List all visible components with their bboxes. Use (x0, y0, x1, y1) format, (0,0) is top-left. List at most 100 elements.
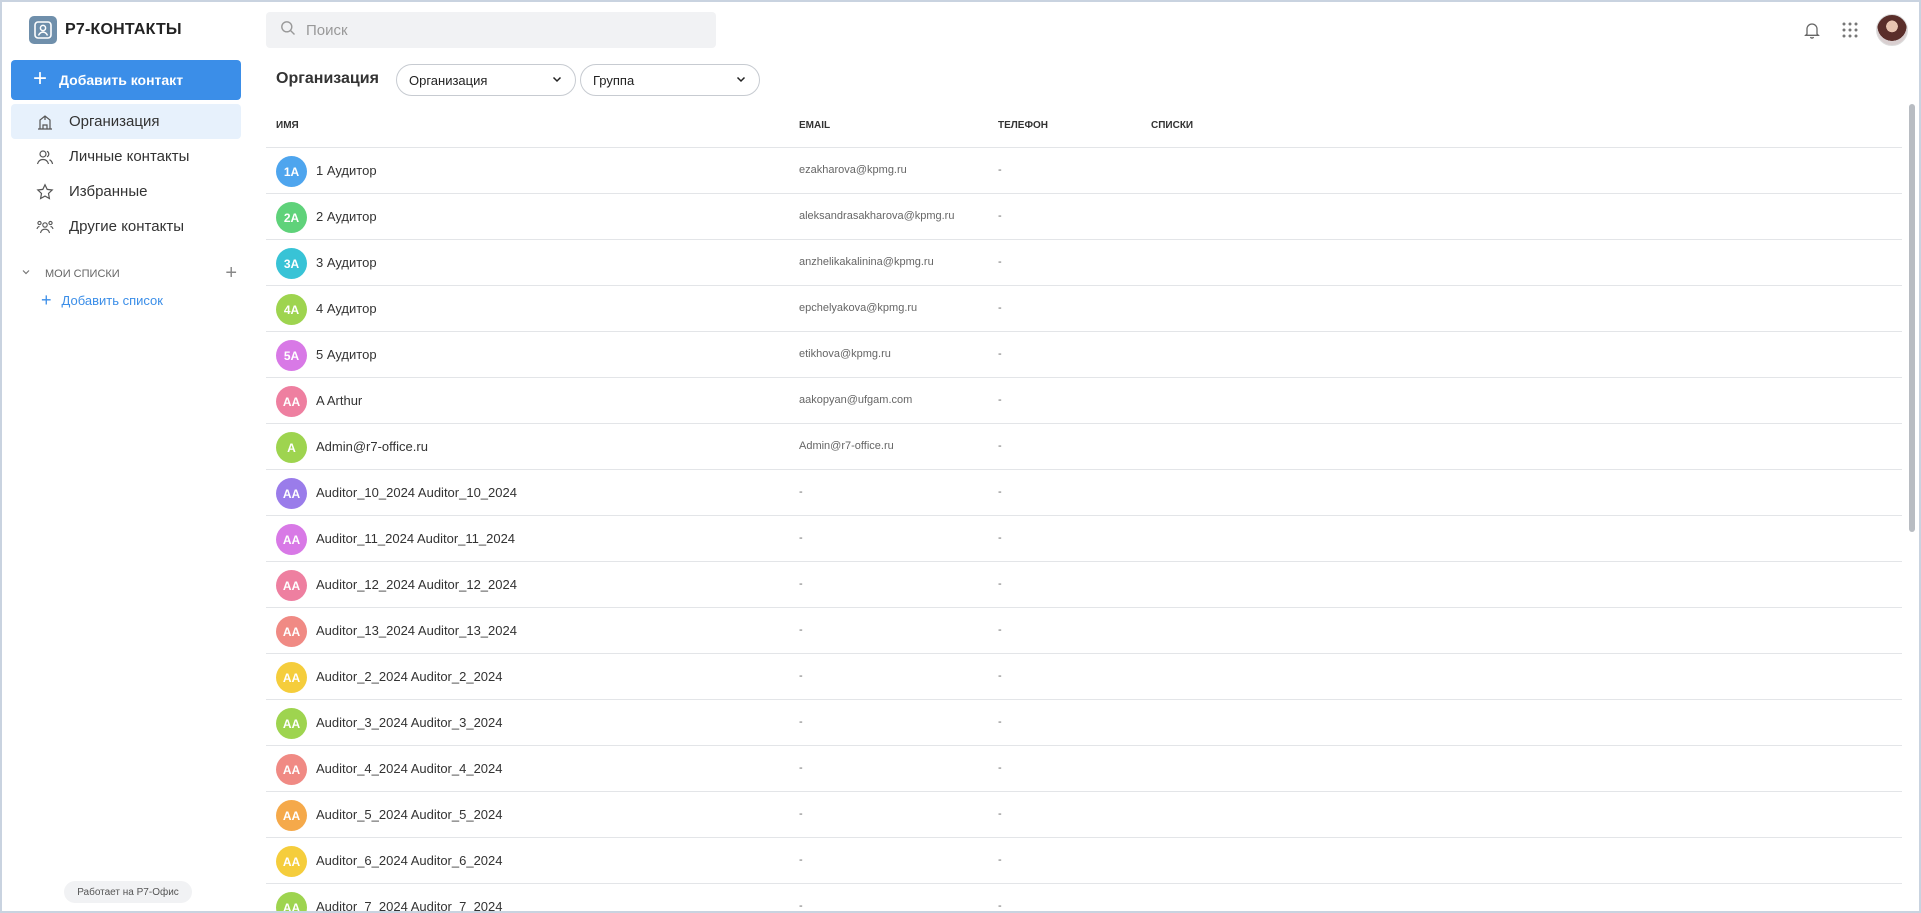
contact-email: anzhelikakalinina@kpmg.ru (799, 256, 934, 268)
table-row[interactable]: AA Auditor_3_2024 Auditor_3_2024 - - (266, 700, 1902, 746)
table-row[interactable]: AA Auditor_4_2024 Auditor_4_2024 - - (266, 746, 1902, 792)
contact-avatar: AA (276, 386, 307, 417)
contact-email: aakopyan@ufgam.com (799, 394, 913, 406)
contact-phone: - (998, 900, 1002, 912)
table-row[interactable]: AA A Arthur aakopyan@ufgam.com - (266, 378, 1902, 424)
contact-name: Auditor_5_2024 Auditor_5_2024 (316, 807, 503, 822)
contact-avatar: AA (276, 800, 307, 831)
plus-icon: + (33, 65, 48, 92)
sidebar-item-label: Другие контакты (69, 218, 184, 235)
people-icon (35, 147, 55, 167)
column-header-lists[interactable]: СПИСКИ (1151, 120, 1193, 131)
sidebar-item-label: Организация (69, 113, 160, 130)
table-row[interactable]: AA Auditor_13_2024 Auditor_13_2024 - - (266, 608, 1902, 654)
contact-avatar: AA (276, 662, 307, 693)
contact-avatar: AA (276, 754, 307, 785)
table-row[interactable]: 1А 1 Аудитор ezakharova@kpmg.ru - (266, 148, 1902, 194)
column-header-phone[interactable]: ТЕЛЕФОН (998, 120, 1048, 131)
add-list-button[interactable]: + Добавить список (41, 291, 163, 309)
contact-avatar: 2А (276, 202, 307, 233)
contact-phone: - (998, 578, 1002, 590)
table-header: ИМЯ EMAIL ТЕЛЕФОН СПИСКИ (266, 112, 1902, 148)
group-filter-dropdown[interactable]: Группа (580, 64, 760, 96)
contact-name: Auditor_13_2024 Auditor_13_2024 (316, 623, 517, 638)
contact-email: - (799, 762, 803, 774)
chevron-down-icon (735, 73, 747, 88)
column-header-email[interactable]: EMAIL (799, 120, 830, 131)
contact-name: 2 Аудитор (316, 209, 377, 224)
contact-phone: - (998, 440, 1002, 452)
table-row[interactable]: 2А 2 Аудитор aleksandrasakharova@kpmg.ru - (266, 194, 1902, 240)
contact-email: - (799, 716, 803, 728)
contact-avatar: 5А (276, 340, 307, 371)
sidebar-nav: Организация Личные контакты Избранные Др… (11, 104, 241, 244)
sidebar-item-personal[interactable]: Личные контакты (11, 139, 241, 174)
contact-phone: - (998, 256, 1002, 268)
sidebar-item-organization[interactable]: Организация (11, 104, 241, 139)
contacts-table-body: 1А 1 Аудитор ezakharova@kpmg.ru - 2А 2 Аудито… (266, 148, 1902, 913)
app-logo[interactable]: Р7-КОНТАКТЫ (29, 16, 182, 44)
contact-avatar: 1А (276, 156, 307, 187)
star-icon (35, 182, 55, 202)
add-list-plus-icon[interactable]: + (225, 262, 237, 285)
bell-icon[interactable] (1800, 18, 1824, 42)
add-contact-button[interactable]: + Добавить контакт (11, 60, 241, 100)
contact-name: 4 Аудитор (316, 301, 377, 316)
user-avatar[interactable] (1876, 14, 1908, 46)
contact-avatar: AA (276, 892, 307, 913)
contact-phone: - (998, 854, 1002, 866)
contact-name: Auditor_6_2024 Auditor_6_2024 (316, 853, 503, 868)
my-lists-title: МОИ СПИСКИ (45, 267, 120, 280)
contact-email: - (799, 854, 803, 866)
contact-email: - (799, 578, 803, 590)
contact-email: aleksandrasakharova@kpmg.ru (799, 210, 955, 222)
sidebar-item-favorites[interactable]: Избранные (11, 174, 241, 209)
header-actions (1800, 14, 1908, 46)
plus-icon: + (41, 290, 52, 310)
contact-avatar: A (276, 432, 307, 463)
table-row[interactable]: AA Auditor_5_2024 Auditor_5_2024 - - (266, 792, 1902, 838)
table-row[interactable]: AA Auditor_6_2024 Auditor_6_2024 - - (266, 838, 1902, 884)
table-row[interactable]: 5А 5 Аудитор etikhova@kpmg.ru - (266, 332, 1902, 378)
add-list-label: Добавить список (61, 292, 163, 308)
sidebar-item-label: Избранные (69, 183, 148, 200)
sidebar-item-other[interactable]: Другие контакты (11, 209, 241, 244)
table-row[interactable]: AA Auditor_11_2024 Auditor_11_2024 - - (266, 516, 1902, 562)
contact-name: Auditor_3_2024 Auditor_3_2024 (316, 715, 503, 730)
contact-avatar: AA (276, 478, 307, 509)
organization-filter-dropdown[interactable]: Организация (396, 64, 576, 96)
contact-name: Auditor_11_2024 Auditor_11_2024 (316, 531, 516, 546)
powered-by-badge: Работает на Р7-Офис (64, 881, 192, 903)
contact-name: 1 Аудитор (316, 163, 377, 178)
contact-name: Admin@r7-office.ru (316, 439, 428, 454)
my-lists-header: МОИ СПИСКИ + (21, 262, 241, 285)
contact-email: - (799, 670, 803, 682)
contact-name: 5 Аудитор (316, 347, 377, 362)
search-bar[interactable] (266, 12, 716, 48)
chevron-down-icon[interactable] (21, 267, 33, 280)
contact-email: - (799, 808, 803, 820)
table-row[interactable]: AA Auditor_7_2024 Auditor_7_2024 - - (266, 884, 1902, 913)
apps-grid-icon[interactable] (1838, 18, 1862, 42)
search-input[interactable] (306, 21, 686, 39)
column-header-name[interactable]: ИМЯ (276, 120, 299, 131)
table-row[interactable]: AA Auditor_2_2024 Auditor_2_2024 - - (266, 654, 1902, 700)
table-row[interactable]: AA Auditor_10_2024 Auditor_10_2024 - - (266, 470, 1902, 516)
table-row[interactable]: AA Auditor_12_2024 Auditor_12_2024 - - (266, 562, 1902, 608)
group-filter-value: Группа (593, 72, 635, 88)
building-icon (35, 112, 55, 132)
table-row[interactable]: A Admin@r7-office.ru Admin@r7-office.ru - (266, 424, 1902, 470)
contact-email: epchelyakova@kpmg.ru (799, 302, 918, 314)
table-row[interactable]: 4А 4 Аудитор epchelyakova@kpmg.ru - (266, 286, 1902, 332)
contact-phone: - (998, 348, 1002, 360)
contact-phone: - (998, 670, 1002, 682)
table-row[interactable]: 3А 3 Аудитор anzhelikakalinina@kpmg.ru - (266, 240, 1902, 286)
contact-phone: - (998, 394, 1002, 406)
scrollbar-thumb[interactable] (1909, 104, 1915, 532)
contact-name: Auditor_7_2024 Auditor_7_2024 (316, 899, 503, 913)
page-title: Организация (276, 70, 379, 87)
contact-phone: - (998, 486, 1002, 498)
scrollbar[interactable] (1906, 100, 1916, 911)
contact-avatar: AA (276, 524, 307, 555)
contact-name: A Arthur (316, 393, 363, 408)
